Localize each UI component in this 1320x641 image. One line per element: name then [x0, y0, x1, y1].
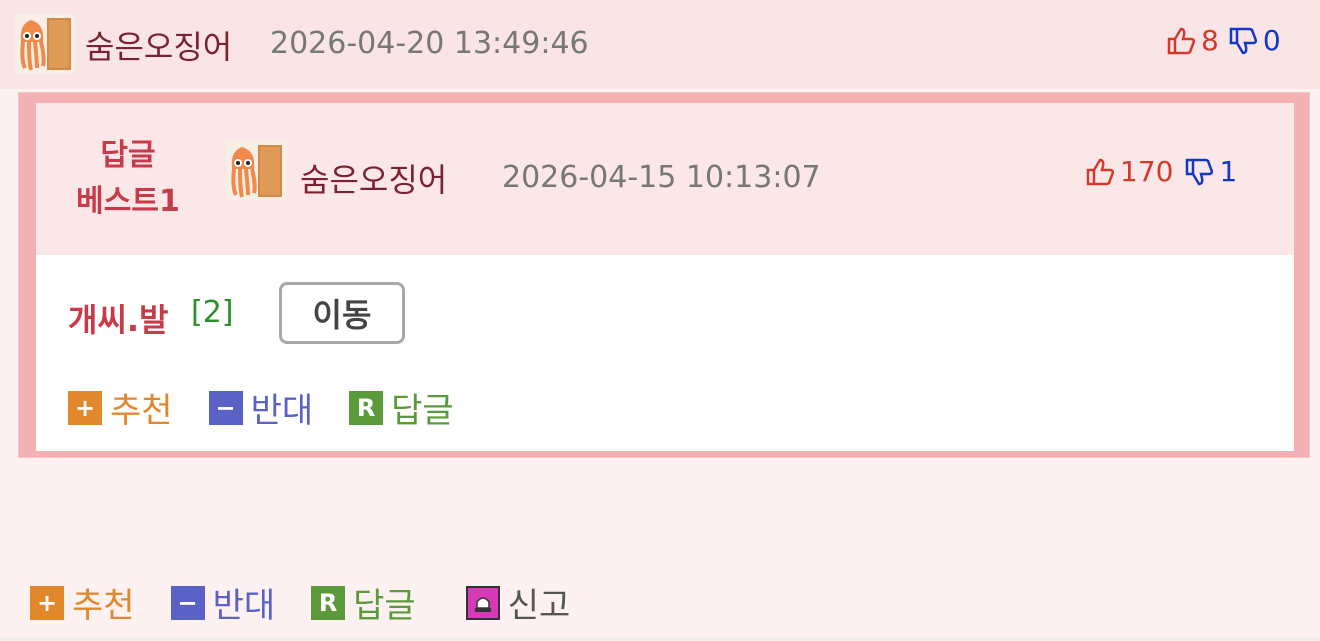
best-reply-votes: 170 1 [1084, 155, 1237, 188]
oppose-label: 반대 [212, 586, 276, 626]
best-reply-header: 답글 베스트1 숨은오징어 2026-04-15 10:13:07 170 1 [36, 103, 1294, 255]
minus-icon: − [170, 585, 205, 620]
best-reply-timestamp: 2026-04-15 10:13:07 [502, 160, 821, 195]
best-reply-reply-count[interactable]: [2] [191, 295, 234, 330]
oppose-button[interactable]: − 반대 [170, 578, 276, 627]
best-reply-author[interactable]: 숨은오징어 [300, 155, 447, 201]
reply-label: 답글 [353, 586, 416, 626]
plus-icon: + [68, 390, 102, 425]
reply-button[interactable]: R 답글 [311, 578, 416, 627]
best-reply-actions: + 추천 − 반대 R 답글 [68, 383, 490, 432]
move-button[interactable]: 이동 [279, 282, 405, 344]
recommend-button[interactable]: + 추천 [68, 383, 173, 432]
best-label-line2: 베스트1 [76, 184, 180, 219]
best-reply-body: 개씨.발 [2] 이동 + 추천 − 반대 R 답글 [36, 255, 1294, 451]
squid-avatar-icon[interactable] [226, 141, 286, 201]
report-label: 신고 [507, 586, 571, 626]
siren-icon [465, 585, 500, 620]
best-label-line1: 답글 [100, 138, 156, 173]
thumbs-up-icon[interactable] [1084, 156, 1116, 188]
post-author[interactable]: 숨은오징어 [85, 22, 232, 68]
post-up-count: 8 [1201, 24, 1219, 57]
oppose-button[interactable]: − 반대 [208, 383, 314, 432]
reply-label: 답글 [391, 391, 454, 431]
thumbs-down-icon[interactable] [1183, 156, 1215, 188]
best-reply-label: 답글 베스트1 [58, 133, 198, 225]
squid-avatar-icon[interactable] [15, 14, 75, 74]
thumbs-down-icon[interactable] [1227, 25, 1259, 57]
post-actions: + 추천 − 반대 R 답글 신고 [30, 578, 606, 627]
post-header: 숨은오징어 2026-04-20 13:49:46 8 0 [0, 0, 1320, 89]
reply-button[interactable]: R 답글 [349, 383, 454, 432]
r-icon: R [349, 390, 384, 425]
best-reply-comment[interactable]: 개씨.발 [68, 295, 168, 341]
recommend-label: 추천 [110, 391, 173, 431]
post-votes: 8 0 [1165, 24, 1281, 57]
recommend-label: 추천 [72, 586, 135, 626]
best-reply-box: 답글 베스트1 숨은오징어 2026-04-15 10:13:07 170 1 [18, 92, 1310, 458]
plus-icon: + [30, 585, 64, 620]
thumbs-up-icon[interactable] [1165, 25, 1197, 57]
post-timestamp: 2026-04-20 13:49:46 [270, 26, 589, 61]
recommend-button[interactable]: + 추천 [30, 578, 135, 627]
best-reply-up-count: 170 [1120, 155, 1174, 188]
best-reply-down-count: 1 [1219, 155, 1238, 188]
r-icon: R [311, 585, 346, 620]
post-down-count: 0 [1262, 24, 1281, 57]
oppose-label: 반대 [250, 391, 314, 431]
divider [0, 637, 1320, 641]
report-button[interactable]: 신고 [465, 578, 571, 627]
minus-icon: − [208, 390, 243, 425]
